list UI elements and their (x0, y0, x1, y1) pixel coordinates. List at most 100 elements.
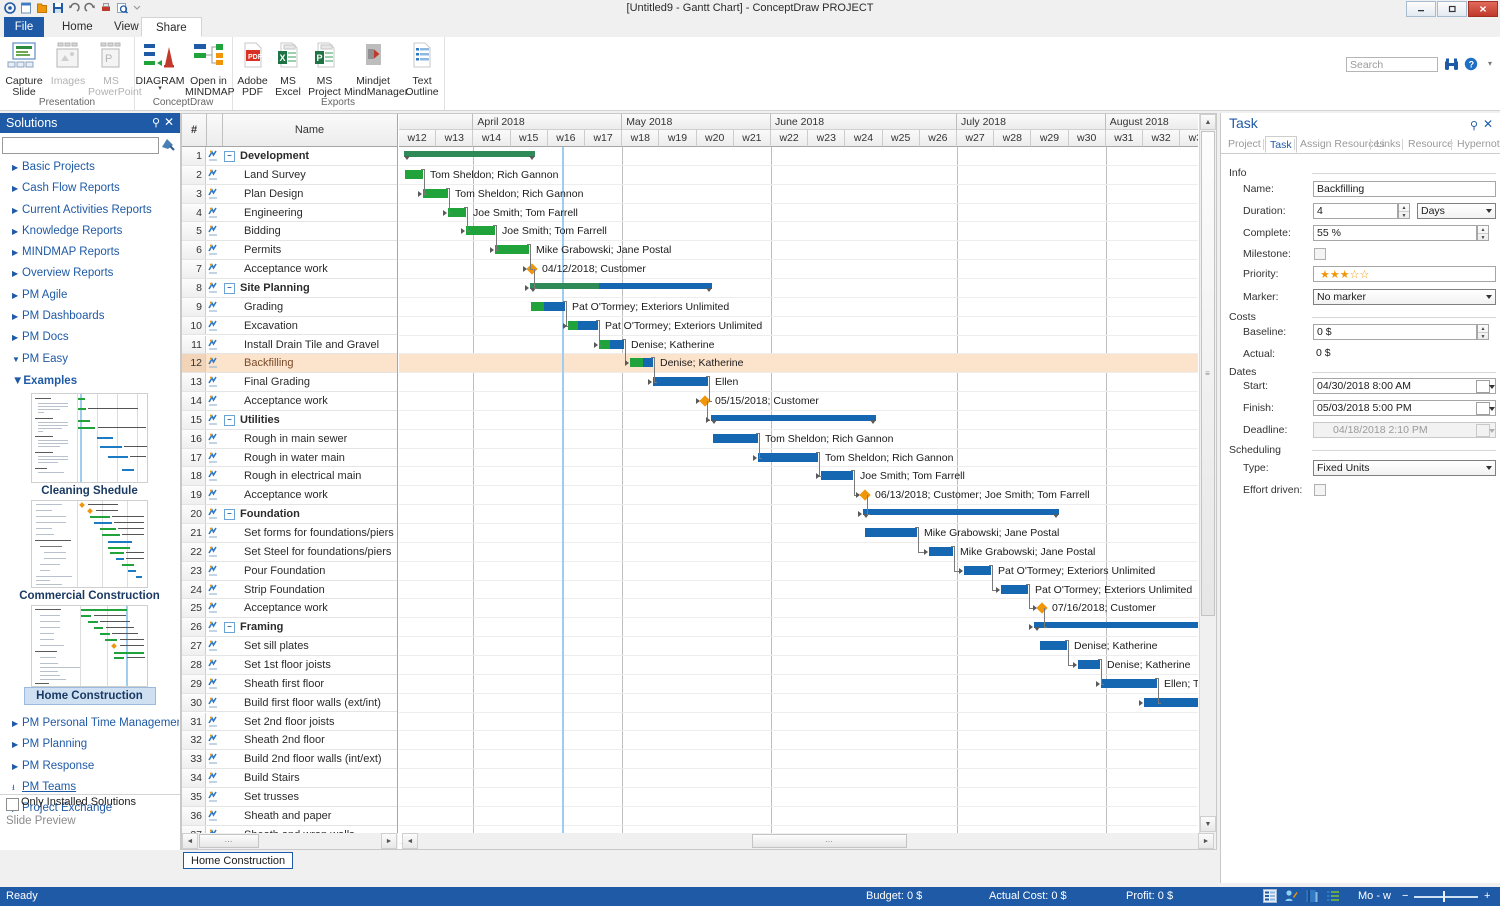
scroll-up-button[interactable]: ▲ (1200, 114, 1216, 130)
task-bar[interactable] (758, 452, 818, 462)
diagram-button[interactable]: DIAGRAM ▾ (135, 41, 185, 92)
table-row[interactable]: 19 Acceptance work (182, 486, 397, 506)
task-indicator-icon[interactable] (207, 527, 221, 539)
column-header-name[interactable]: Name (222, 114, 397, 146)
task-bar[interactable] (929, 546, 953, 556)
duration-field[interactable]: 4 (1313, 203, 1398, 219)
task-bar[interactable] (1144, 697, 1198, 707)
task-bar[interactable] (1001, 584, 1028, 594)
task-indicator-icon[interactable] (207, 753, 221, 765)
collapse-icon[interactable]: – (224, 151, 235, 162)
table-row[interactable]: 33 Build 2nd floor walls (int/ext) (182, 750, 397, 770)
table-row[interactable]: 10 Excavation (182, 316, 397, 336)
tab-project[interactable]: Project (1224, 136, 1265, 153)
baseline-stepper[interactable]: ▲ ▼ (1477, 324, 1489, 340)
milestone-marker[interactable] (859, 489, 871, 501)
task-indicator-icon[interactable] (207, 433, 221, 445)
chevron-down-icon[interactable] (1489, 385, 1495, 389)
help-icon[interactable]: ? (1464, 57, 1478, 74)
table-row[interactable]: 34 Build Stairs (182, 769, 397, 788)
sidebar-item-pm-planning[interactable]: ▶ PM Planning (0, 734, 179, 755)
gantt-horizontal-scrollbar[interactable]: ◄ ⋯ ► (402, 833, 1216, 849)
task-bar[interactable] (531, 301, 565, 311)
task-indicator-icon[interactable] (207, 395, 221, 407)
open-icon[interactable] (36, 2, 48, 14)
summary-bar[interactable] (711, 414, 876, 421)
status-scale[interactable]: Mo - w (1358, 890, 1391, 902)
column-header-number[interactable]: # (182, 114, 207, 146)
example-thumb-cleaning-shedule[interactable]: Cleaning Shedule (0, 392, 179, 499)
ribbon-options-chevron-down-icon[interactable]: ▾ (1488, 59, 1492, 68)
text-outline-button[interactable]: Text Outline (402, 41, 442, 98)
task-indicator-icon[interactable] (207, 376, 221, 388)
duration-unit-select[interactable]: Days (1417, 203, 1496, 219)
task-indicator-icon[interactable] (207, 319, 221, 332)
tab-file[interactable]: File (4, 17, 44, 37)
task-indicator-icon[interactable] (207, 734, 221, 746)
only-installed-solutions-row[interactable]: Only Installed Solutions (0, 794, 180, 813)
example-thumb-home-construction[interactable]: Home Construction (0, 604, 179, 705)
sidebar-item-pm-agile[interactable]: ▶ PM Agile (0, 285, 179, 306)
sidebar-item-knowledge-reports[interactable]: ▶ Knowledge Reports (0, 221, 179, 242)
table-row[interactable]: 35 Set trusses (182, 787, 397, 807)
sidebar-item-cash-flow-reports[interactable]: ▶ Cash Flow Reports (0, 178, 179, 199)
table-row[interactable]: 3 Plan Design (182, 184, 397, 204)
task-indicator-icon[interactable] (207, 282, 221, 294)
app-logo-icon[interactable] (4, 2, 16, 14)
task-indicator-icon[interactable] (207, 414, 221, 426)
task-bar[interactable] (495, 245, 529, 255)
chevron-down-icon[interactable] (1489, 407, 1495, 411)
table-row[interactable]: 24 Strip Foundation (182, 580, 397, 600)
task-indicator-icon[interactable] (207, 357, 221, 369)
chevron-down-icon[interactable] (1489, 429, 1495, 433)
horizontal-scroll-thumb[interactable]: ⋯ (199, 834, 259, 848)
table-row[interactable]: 30 Build first floor walls (ext/int) (182, 693, 397, 713)
collapse-icon[interactable]: – (224, 509, 235, 521)
diagram-dropdown-chevron-icon[interactable]: ▾ (135, 85, 185, 92)
task-bar[interactable] (713, 433, 758, 443)
task-indicator-icon[interactable] (207, 696, 221, 709)
zoom-slider[interactable] (1414, 896, 1478, 898)
task-bar[interactable] (964, 565, 991, 575)
column-header-indicator[interactable] (206, 114, 223, 146)
task-bar[interactable] (1040, 641, 1067, 651)
ms-excel-button[interactable]: X MS Excel (271, 41, 305, 98)
table-row[interactable]: 4 Engineering (182, 203, 397, 223)
outline-view-icon[interactable] (1326, 889, 1340, 903)
sidebar-item-pm-easy[interactable]: ▼ PM Easy (0, 349, 179, 370)
task-indicator-icon[interactable] (207, 470, 221, 482)
task-indicator-icon[interactable] (207, 244, 221, 256)
task-indicator-icon[interactable] (207, 301, 221, 313)
finish-field[interactable]: 05/03/2018 5:00 PM (1313, 400, 1496, 416)
task-indicator-icon[interactable] (207, 602, 221, 614)
duration-stepper[interactable]: ▲ ▼ (1398, 203, 1410, 219)
summary-bar[interactable] (404, 151, 535, 157)
redo-icon[interactable] (84, 2, 96, 14)
open-in-mindmap-button[interactable]: Open in MINDMAP (185, 41, 235, 98)
collapse-icon[interactable]: – (224, 414, 235, 426)
summary-bar[interactable] (863, 509, 1059, 516)
table-row[interactable]: 31 Set 2nd floor joists (182, 712, 397, 732)
task-table-horizontal-scrollbar[interactable]: ◄ ⋯ ► (182, 833, 398, 849)
tab-hypernote[interactable]: Hypernote (1453, 136, 1500, 153)
task-indicator-icon[interactable] (207, 263, 221, 275)
table-row[interactable]: 17 Rough in water main (182, 448, 397, 468)
print-preview-icon[interactable] (116, 2, 128, 14)
pin-icon[interactable]: ⚲ (152, 116, 160, 129)
task-panel-close-icon[interactable]: ✕ (1483, 117, 1493, 131)
task-indicator-icon[interactable] (207, 489, 221, 501)
table-row[interactable]: 1 – Development (182, 147, 397, 166)
sidebar-subgroup-examples[interactable]: ▼Examples (0, 370, 179, 392)
solutions-search-icon[interactable] (160, 136, 176, 152)
task-bar[interactable] (405, 169, 423, 179)
task-indicator-icon[interactable] (207, 338, 221, 351)
task-indicator-icon[interactable] (207, 546, 221, 558)
mindjet-mindmanager-button[interactable]: Mindjet MindManager (344, 41, 408, 98)
close-button[interactable] (1468, 1, 1498, 17)
table-row[interactable]: 5 Bidding (182, 222, 397, 242)
new-icon[interactable] (20, 2, 32, 14)
scroll-left-button[interactable]: ◄ (182, 833, 198, 849)
task-bar[interactable] (821, 471, 853, 481)
solutions-search-input[interactable] (2, 137, 159, 154)
table-row[interactable]: 22 Set Steel for foundations/piers (182, 542, 397, 562)
